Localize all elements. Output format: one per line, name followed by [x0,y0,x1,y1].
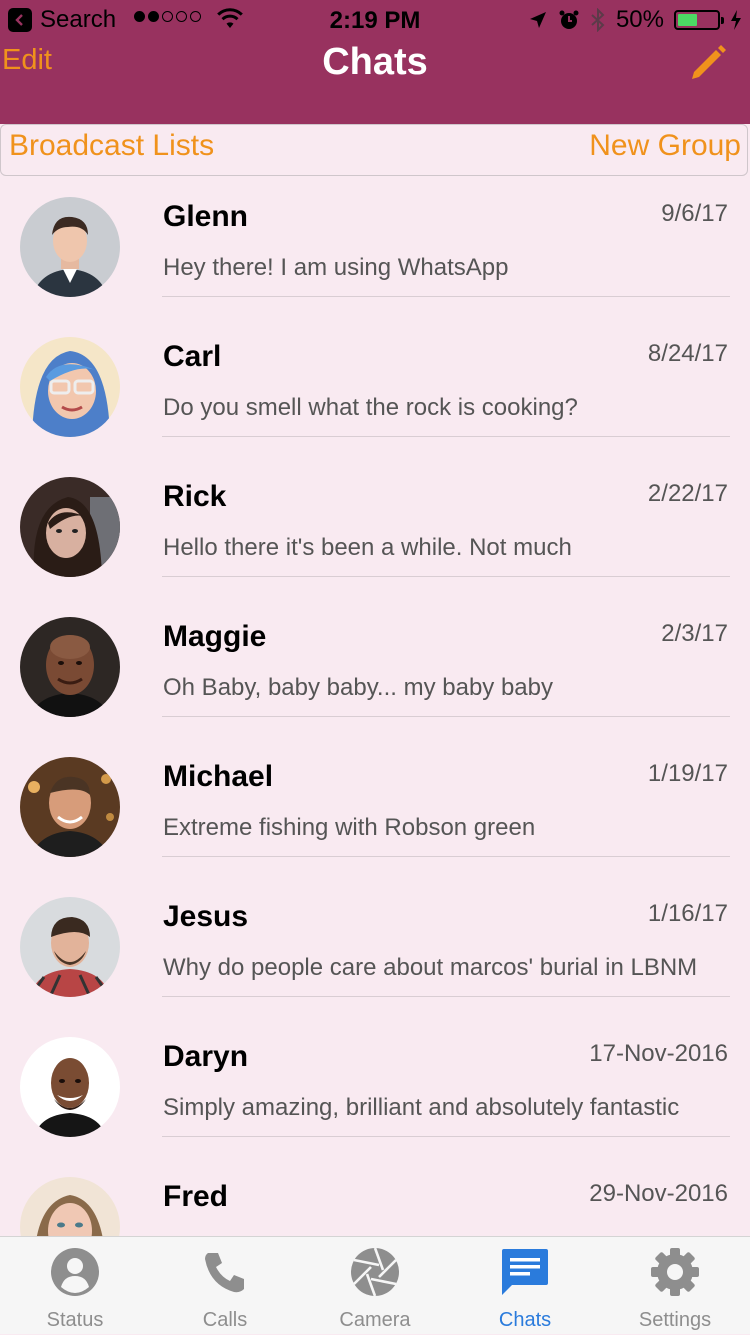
chat-row-michael[interactable]: Michael 1/19/17 Extreme fishing with Rob… [0,736,750,876]
navigation-header: Search 2:19 PM 50% Edit Chats [0,0,750,124]
chat-row-carl[interactable]: Carl 8/24/17 Do you smell what the rock … [0,316,750,456]
chat-row-jesus[interactable]: Jesus 1/16/17 Why do people care about m… [0,876,750,1016]
tab-label: Calls [202,1309,248,1331]
contact-name: Rick [163,480,227,513]
avatar [20,1037,120,1137]
chat-row-fred[interactable]: Fred 29-Nov-2016 [0,1156,750,1236]
last-message: Hey there! I am using WhatsApp [163,254,509,281]
tab-camera[interactable]: Camera [300,1237,450,1335]
battery-percent: 50% [615,6,664,33]
page-title: Chats [322,41,428,83]
last-message: Do you smell what the rock is cooking? [163,394,578,421]
location-arrow-icon [529,12,546,28]
tab-calls[interactable]: Calls [150,1237,300,1335]
chat-row-glenn[interactable]: Glenn 9/6/17 Hey there! I am using Whats… [0,176,750,316]
divider [162,296,730,297]
chat-row-daryn[interactable]: Daryn 17-Nov-2016 Simply amazing, brilli… [0,1016,750,1156]
chat-row-rick[interactable]: Rick 2/22/17 Hello there it's been a whi… [0,456,750,596]
phone-icon [205,1253,244,1293]
chat-date: 8/24/17 [647,340,728,367]
avatar [20,477,120,577]
chat-date: 2/3/17 [661,620,728,647]
last-message: Oh Baby, baby baby... my baby baby [163,674,553,701]
broadcast-bar: Broadcast Lists New Group [0,124,748,176]
bluetooth-icon [591,8,605,32]
divider [162,1136,730,1137]
tab-label: Chats [498,1309,552,1331]
broadcast-lists-link[interactable]: Broadcast Lists [9,129,214,163]
status-right-group: 50% [528,5,742,35]
avatar [20,337,120,437]
tab-chats[interactable]: Chats [450,1237,600,1335]
chat-bubble-icon [502,1249,548,1295]
divider [162,436,730,437]
tab-status[interactable]: Status [0,1237,150,1335]
chat-date: 1/19/17 [647,760,728,787]
last-message: Extreme fishing with Robson green [163,814,536,841]
new-group-link[interactable]: New Group [589,129,741,163]
tab-label: Camera [339,1309,411,1331]
avatar [20,757,120,857]
tab-label: Status [46,1309,104,1331]
avatar [20,197,120,297]
divider [162,716,730,717]
last-message: Why do people care about marcos' burial … [163,954,698,981]
contact-name: Jesus [163,900,249,933]
gear-icon [651,1248,699,1296]
contact-name: Carl [163,340,222,373]
status-bar: Search 2:19 PM 50% [0,0,750,40]
chat-row-maggie[interactable]: Maggie 2/3/17 Oh Baby, baby baby... my b… [0,596,750,736]
tab-bar: Status Calls Camera Chats Settings [0,1236,750,1334]
battery-icon [674,10,724,30]
last-message: Simply amazing, brilliant and absolutely… [163,1094,680,1121]
chat-date: 1/16/17 [647,900,728,927]
camera-aperture-icon [351,1247,399,1297]
contact-name: Maggie [163,620,267,653]
divider [162,856,730,857]
chat-date: 29-Nov-2016 [589,1180,728,1207]
divider [162,996,730,997]
avatar [20,897,120,997]
chat-date: 9/6/17 [661,200,728,227]
alarm-clock-icon [559,10,579,29]
contact-name: Fred [163,1180,229,1213]
contact-name: Michael [163,760,274,793]
tab-label: Settings [638,1309,712,1331]
tab-settings[interactable]: Settings [600,1237,750,1335]
person-icon [51,1248,99,1296]
contact-name: Daryn [163,1040,249,1073]
chat-date: 17-Nov-2016 [589,1040,728,1067]
last-message: Hello there it's been a while. Not much [163,534,572,561]
pencil-icon[interactable] [688,42,728,82]
avatar [20,1177,120,1236]
divider [162,576,730,577]
avatar [20,617,120,717]
charging-bolt-icon [731,10,741,30]
chat-list: Glenn 9/6/17 Hey there! I am using Whats… [0,176,750,1236]
contact-name: Glenn [163,200,249,233]
chat-date: 2/22/17 [647,480,728,507]
